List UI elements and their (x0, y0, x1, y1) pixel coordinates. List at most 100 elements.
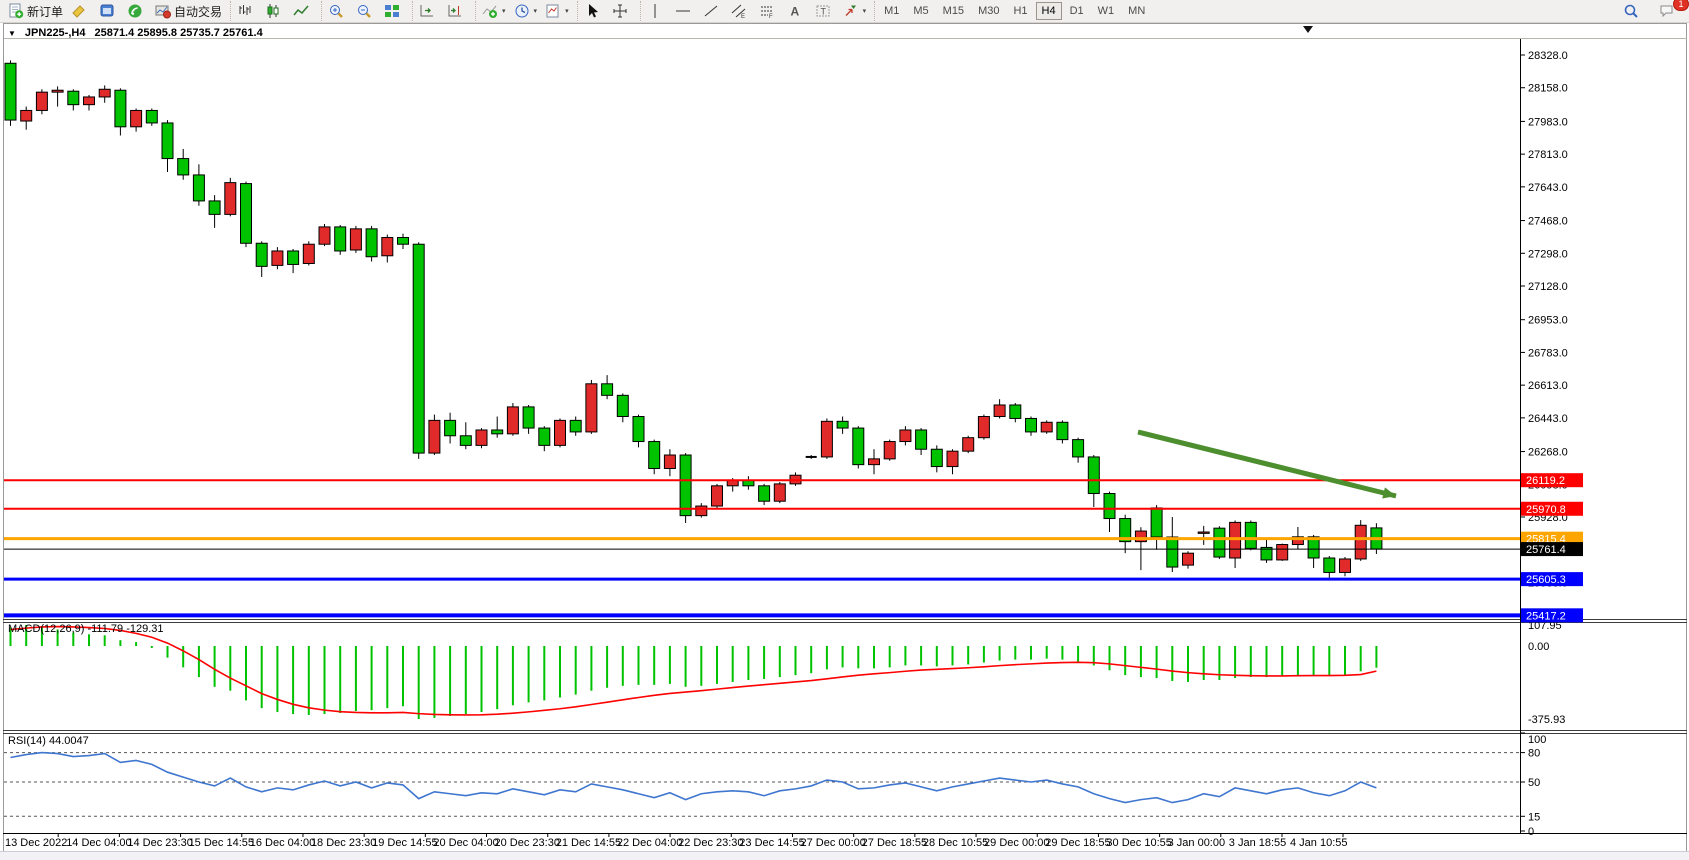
macd-histogram-bar (496, 646, 498, 709)
candle-chart-icon (265, 3, 281, 19)
trend-arrow[interactable] (1138, 432, 1396, 496)
timeframe-m15[interactable]: M15 (937, 2, 970, 20)
candle-up (1183, 553, 1194, 565)
price-tick-label: 27983.0 (1528, 116, 1568, 128)
candle-down (759, 486, 770, 501)
dropdown-caret-icon[interactable]: ▾ (863, 7, 867, 15)
macd-histogram-bar (104, 635, 106, 646)
macd-histogram-bar (1328, 646, 1330, 676)
macd-histogram-bar (810, 646, 812, 673)
candle-down (146, 110, 157, 123)
candle-down (398, 237, 409, 244)
candle-down (617, 395, 628, 416)
toolbar-tile-windows-button[interactable] (380, 1, 408, 21)
time-label: 30 Dec 10:55 (1106, 837, 1171, 849)
macd-histogram-bar (559, 646, 561, 697)
candle-down (178, 159, 189, 175)
macd-histogram-bar (1250, 646, 1252, 677)
timeframe-m1[interactable]: M1 (878, 2, 905, 20)
toolbar-horizontal-line-button[interactable] (671, 1, 699, 21)
toolbar-indicators-button[interactable]: ▾ (478, 1, 510, 21)
text-label-icon: T (815, 3, 831, 19)
chart-symbol-period: JPN225-,H4 (25, 27, 86, 39)
macd-histogram-bar (433, 646, 435, 718)
periods-icon (514, 3, 530, 19)
rsi-scale-label: 100 (1528, 734, 1546, 746)
timeframe-m5[interactable]: M5 (907, 2, 934, 20)
toolbar-zoom-out-button[interactable] (352, 1, 380, 21)
toolbar-periods-button[interactable]: ▾ (510, 1, 542, 21)
time-label: 22 Dec 23:30 (678, 837, 743, 849)
timeframe-m30[interactable]: M30 (972, 2, 1005, 20)
macd-histogram-bar (402, 646, 404, 706)
time-label: 28 Dec 10:55 (923, 837, 988, 849)
macd-histogram-bar (528, 646, 530, 702)
toolbar-search-button[interactable] (1619, 1, 1647, 21)
candle-up (664, 455, 675, 468)
macd-histogram-bar (214, 646, 216, 687)
toolbar-candle-chart-button[interactable] (261, 1, 289, 21)
macd-histogram-bar (261, 646, 263, 708)
toolbar-chart-shift-button[interactable] (443, 1, 471, 21)
chart-shift-marker-icon[interactable] (1303, 26, 1313, 33)
macd-histogram-bar (904, 646, 906, 665)
price-tick-label: 27813.0 (1528, 149, 1568, 161)
chart-canvas[interactable]: 28328.028158.027983.027813.027643.027468… (0, 0, 1689, 860)
toolbar-autotrading-button[interactable]: 自动交易 (151, 1, 226, 21)
macd-histogram-bar (339, 646, 341, 713)
price-tick-label: 28328.0 (1528, 50, 1568, 62)
candle-up (84, 97, 95, 105)
candle-up (1041, 422, 1052, 432)
fibonacci-icon: F (759, 3, 775, 19)
candle-up (994, 405, 1005, 417)
toolbar-text-button[interactable]: A (783, 1, 811, 21)
dropdown-caret-icon[interactable]: ▾ (565, 7, 569, 15)
time-label: 16 Dec 04:00 (250, 837, 315, 849)
candle-down (366, 229, 377, 257)
timeframe-group: M1M5M15M30H1H4D1W1MN (874, 1, 1154, 21)
toolbar-line-chart-button[interactable] (289, 1, 317, 21)
candle-down (241, 184, 252, 244)
candle-up (978, 417, 989, 438)
toolbar-bar-chart-button[interactable] (233, 1, 261, 21)
toolbar-arrows-button[interactable]: ▾ (839, 1, 871, 21)
toolbar-publisher-button[interactable] (95, 1, 123, 21)
toolbar-vertical-line-button[interactable] (643, 1, 671, 21)
chart-dropdown-caret-icon[interactable]: ▼ (8, 29, 16, 38)
time-label: 20 Dec 04:00 (433, 837, 498, 849)
candle-up (36, 92, 47, 110)
toolbar-new-order-button[interactable]: 新订单 (4, 1, 67, 21)
toolbar-chat-button[interactable]: 1 (1655, 1, 1683, 21)
timeframe-h4[interactable]: H4 (1036, 2, 1062, 20)
candle-down (460, 436, 471, 446)
chart-titlebar: ▼ JPN225-,H4 25871.4 25895.8 25735.7 257… (8, 26, 263, 40)
toolbar-auto-scroll-button[interactable] (415, 1, 443, 21)
macd-histogram-bar (732, 646, 734, 682)
horizontal-line-icon (675, 3, 691, 19)
macd-histogram-bar (481, 646, 483, 712)
time-label: 27 Dec 00:00 (800, 837, 865, 849)
timeframe-w1[interactable]: W1 (1092, 2, 1121, 20)
toolbar-cursor-button[interactable] (580, 1, 608, 21)
dropdown-caret-icon[interactable]: ▾ (534, 7, 538, 15)
toolbar-text-label-button[interactable]: T (811, 1, 839, 21)
toolbar-crosshair-button[interactable] (608, 1, 636, 21)
toolbar-signals-button[interactable] (123, 1, 151, 21)
toolbar-templates-button[interactable]: ▾ (541, 1, 573, 21)
candle-down (1245, 522, 1256, 548)
dropdown-caret-icon[interactable]: ▾ (502, 7, 506, 15)
toolbar-zoom-in-button[interactable] (324, 1, 352, 21)
macd-histogram-bar (135, 642, 137, 646)
timeframe-d1[interactable]: D1 (1064, 2, 1090, 20)
candle-down (162, 123, 173, 159)
toolbar-trendline-button[interactable] (699, 1, 727, 21)
candle-down (256, 243, 267, 266)
timeframe-mn[interactable]: MN (1122, 2, 1151, 20)
candle-down (445, 420, 456, 435)
candle-down (1214, 528, 1225, 557)
toolbar-equidistant-channel-button[interactable]: E (727, 1, 755, 21)
macd-histogram-bar (198, 646, 200, 677)
timeframe-h1[interactable]: H1 (1007, 2, 1033, 20)
toolbar-highlighter-button[interactable] (67, 1, 95, 21)
toolbar-fibonacci-button[interactable]: F (755, 1, 783, 21)
